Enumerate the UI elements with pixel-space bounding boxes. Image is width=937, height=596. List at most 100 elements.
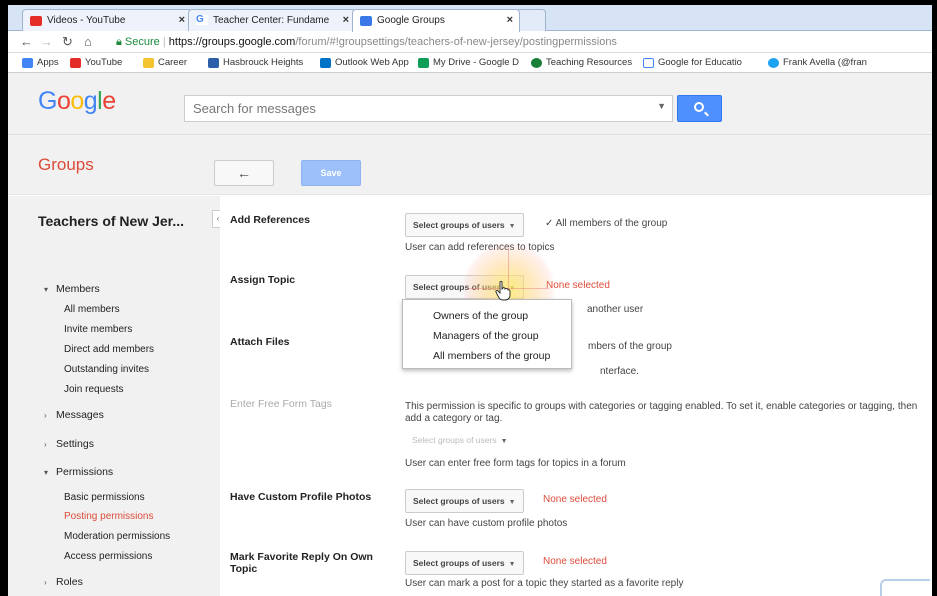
address-bar-row: ← → ↻ ⌂ 🔒︎ Secure | https://groups.googl… — [8, 31, 932, 53]
tab-teacher-center[interactable]: G Teacher Center: Fundame × — [188, 9, 356, 31]
forward-arrow-icon[interactable]: → — [40, 34, 53, 49]
sidebar-item-invite-members[interactable]: Invite members — [64, 324, 132, 335]
select-groups-dropdown[interactable]: Select groups of users ▼ — [405, 489, 524, 513]
tab-google-groups[interactable]: Google Groups × — [352, 9, 520, 32]
sidebar-item-roles[interactable]: › Roles — [44, 576, 83, 588]
sidebar-item-moderation-permissions[interactable]: Moderation permissions — [64, 531, 170, 542]
groups-toolbar: Groups ← Save — [8, 135, 932, 195]
chevron-down-icon[interactable]: ▼ — [657, 101, 666, 111]
chevron-right-icon: › — [44, 578, 47, 587]
groups-icon — [360, 16, 372, 26]
lock-icon: 🔒︎ — [116, 36, 122, 48]
search-input[interactable]: Search for messages ▼ — [184, 95, 673, 122]
sidebar-item-posting-permissions[interactable]: Posting permissions — [64, 511, 153, 522]
google-header: Google Search for messages ▼ — [8, 73, 932, 135]
bookmark-teaching[interactable]: Teaching Resources — [531, 57, 632, 68]
groups-title[interactable]: Groups — [38, 155, 94, 175]
select-groups-dropdown[interactable]: Select groups of users ▼ — [405, 551, 524, 575]
outlook-icon — [320, 57, 331, 68]
url-bar[interactable]: 🔒︎ Secure | https://groups.google.com/fo… — [116, 33, 926, 51]
search-icon — [694, 102, 704, 112]
setting-state: None selected — [546, 280, 610, 291]
tab-label: Teacher Center: Fundame — [213, 15, 330, 26]
classroom-icon — [643, 57, 654, 68]
sidebar-item-access-permissions[interactable]: Access permissions — [64, 551, 152, 562]
bookmark-hasbrouck[interactable]: Hasbrouck Heights — [208, 57, 303, 68]
menu-item-managers[interactable]: Managers of the group — [433, 330, 539, 342]
back-button[interactable]: ← — [214, 160, 274, 186]
select-groups-dropdown-disabled: Select groups of users ▼ — [412, 435, 508, 445]
setting-description: nterface. — [600, 366, 639, 377]
setting-label-favorite-reply: Mark Favorite Reply On Own Topic — [230, 551, 373, 575]
setting-label-custom-photos: Have Custom Profile Photos — [230, 491, 372, 503]
chevron-down-icon: ▼ — [508, 499, 516, 506]
google-icon: G — [196, 15, 208, 25]
setting-label-free-form-tags: Enter Free Form Tags — [230, 398, 332, 410]
tab-label: Videos - YouTube — [47, 15, 126, 26]
setting-description: User can enter free form tags for topics… — [405, 458, 626, 469]
sidebar-item-settings[interactable]: › Settings — [44, 438, 94, 450]
sidebar-item-permissions[interactable]: ▾ Permissions — [44, 466, 113, 478]
menu-item-owners[interactable]: Owners of the group — [433, 310, 528, 322]
bookmarks-bar: Apps YouTube Career Hasbrouck Heights Ou… — [8, 53, 932, 73]
home-icon[interactable]: ⌂ — [84, 34, 92, 49]
tab-youtube[interactable]: Videos - YouTube × — [22, 9, 192, 31]
youtube-icon — [30, 16, 42, 26]
sidebar-item-join-requests[interactable]: Join requests — [64, 384, 123, 395]
sidebar-item-members[interactable]: ▾ Members — [44, 283, 100, 295]
setting-note: This permission is specific to groups wi… — [405, 401, 918, 424]
sidebar-item-messages[interactable]: › Messages — [44, 409, 104, 421]
chevron-down-icon: ▼ — [500, 438, 508, 445]
close-icon[interactable]: × — [507, 14, 513, 26]
sidebar: Teachers of New Jer... ‹ ▾ Members All me… — [8, 196, 224, 596]
bookmark-apps[interactable]: Apps — [22, 57, 59, 68]
close-icon[interactable]: × — [179, 14, 185, 26]
chevron-right-icon: › — [44, 411, 47, 420]
new-tab-button[interactable] — [516, 9, 546, 31]
search-button[interactable] — [677, 95, 722, 122]
menu-item-all-members[interactable]: All members of the group — [433, 350, 550, 362]
bookmark-drive[interactable]: My Drive - Google D — [418, 57, 519, 68]
chevron-right-icon: › — [44, 440, 47, 449]
select-groups-dropdown[interactable]: Select groups of users ▼ — [405, 213, 524, 237]
setting-state: mbers of the group — [588, 341, 672, 352]
setting-description: User can mark a post for a topic they st… — [405, 578, 684, 589]
youtube-icon — [70, 57, 81, 68]
url-path: /forum/#!groupsettings/teachers-of-new-j… — [295, 36, 617, 48]
bookmark-twitter[interactable]: Frank Avella (@fran — [768, 57, 867, 68]
browser-window: Videos - YouTube × G Teacher Center: Fun… — [8, 5, 932, 596]
group-name[interactable]: Teachers of New Jer... — [38, 213, 184, 229]
back-arrow-icon[interactable]: ← — [20, 34, 33, 49]
twitter-icon — [768, 57, 779, 68]
setting-label-assign-topic: Assign Topic — [230, 274, 296, 286]
sidebar-item-all-members[interactable]: All members — [64, 304, 120, 315]
setting-label-attach-files: Attach Files — [230, 336, 290, 348]
sidebar-item-basic-permissions[interactable]: Basic permissions — [64, 492, 145, 503]
reload-icon[interactable]: ↻ — [62, 34, 73, 50]
bookmark-gfe[interactable]: Google for Educatio — [643, 57, 742, 68]
sidebar-item-direct-add[interactable]: Direct add members — [64, 344, 154, 355]
setting-state: ✓ All members of the group — [545, 218, 668, 229]
hand-cursor-icon — [495, 281, 511, 301]
url-host: https://groups.google.com — [168, 36, 296, 48]
save-button[interactable]: Save — [301, 160, 361, 186]
chevron-down-icon: ▾ — [44, 468, 49, 477]
groups-dropdown-menu: Owners of the group Managers of the grou… — [402, 299, 572, 369]
bookmark-youtube[interactable]: YouTube — [70, 57, 122, 68]
apps-grid-icon — [22, 57, 33, 68]
setting-description: User can have custom profile photos — [405, 518, 568, 529]
bookmark-career[interactable]: Career — [143, 57, 187, 68]
close-icon[interactable]: × — [343, 14, 349, 26]
site-icon — [531, 57, 542, 68]
tab-label: Google Groups — [377, 15, 445, 26]
search-placeholder: Search for messages — [193, 101, 316, 116]
folder-icon — [143, 57, 154, 68]
bookmark-outlook[interactable]: Outlook Web App — [320, 57, 409, 68]
sidebar-item-outstanding-invites[interactable]: Outstanding invites — [64, 364, 149, 375]
setting-description: User can add references to topics — [405, 242, 555, 253]
tab-strip: Videos - YouTube × G Teacher Center: Fun… — [8, 5, 932, 32]
google-logo[interactable]: Google — [38, 87, 116, 116]
drive-icon — [418, 57, 429, 68]
checkmark-icon: ✓ — [545, 218, 556, 229]
chevron-down-icon: ▼ — [508, 561, 516, 568]
